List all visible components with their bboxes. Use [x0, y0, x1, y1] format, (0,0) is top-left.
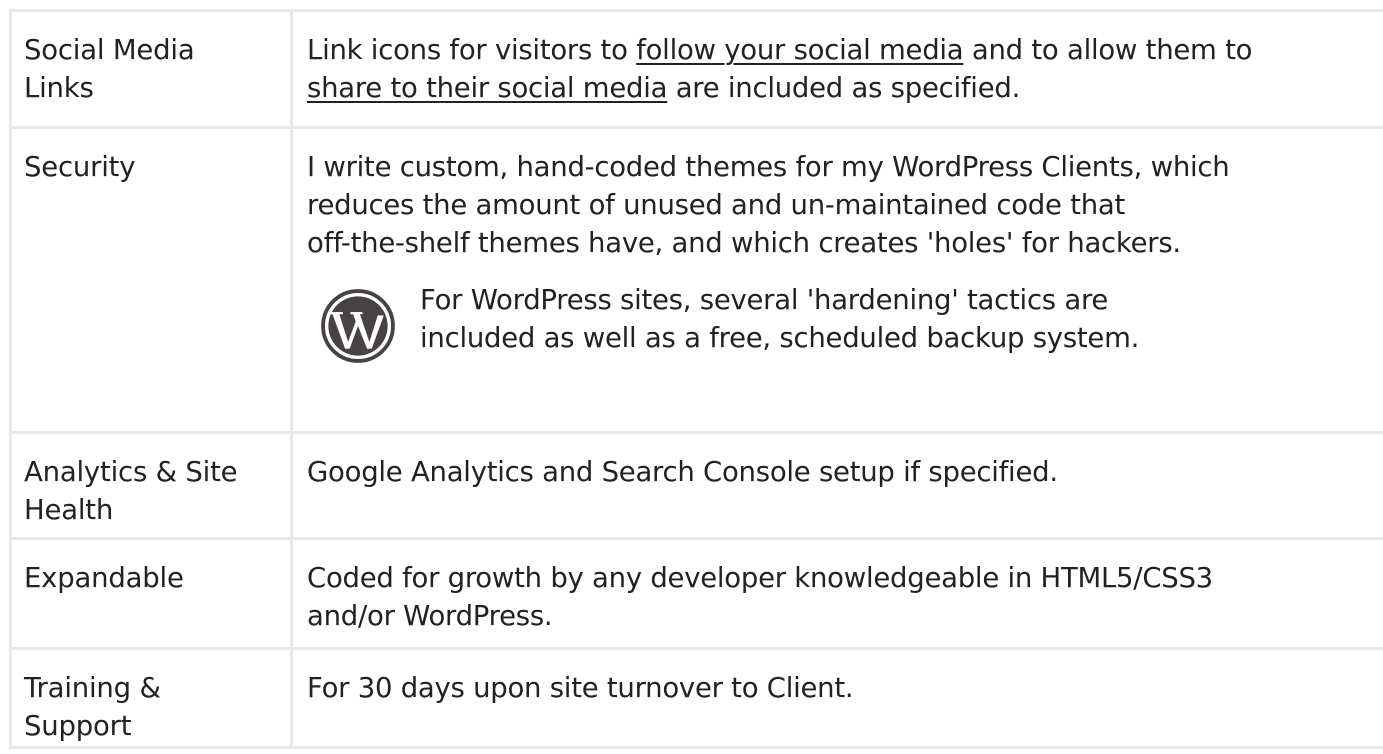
feature-description-cell: Google Analytics and Search Console setu…: [290, 431, 1383, 540]
description-line: reduces the amount of unused and un-main…: [307, 189, 1126, 221]
feature-label-cell: Training & Support: [9, 647, 293, 749]
wordpress-note: For WordPress sites, several 'hardening'…: [307, 281, 1383, 363]
feature-label: Health: [24, 494, 114, 526]
description-line: Link icons for visitors to follow your s…: [307, 31, 1383, 69]
description-line: share to their social media are included…: [307, 69, 1383, 107]
description-line: I write custom, hand-coded themes for my…: [307, 151, 1230, 183]
description-line: off-the-shelf themes have, and which cre…: [307, 227, 1181, 259]
wordpress-note-line: included as well as a free, scheduled ba…: [420, 322, 1140, 354]
feature-label: Security: [24, 151, 136, 183]
follow-social-media-link[interactable]: follow your social media: [636, 34, 963, 66]
description-text: Link icons for visitors to: [307, 34, 637, 66]
feature-label-cell: Social Media Links: [9, 9, 293, 129]
feature-description-cell: For 30 days upon site turnover to Client…: [290, 647, 1383, 749]
table-row: Security I write custom, hand-coded them…: [9, 126, 1383, 434]
feature-label: Training &: [24, 672, 161, 704]
description-text: and to allow them to: [963, 34, 1253, 66]
feature-label: Analytics & Site: [24, 456, 238, 488]
table-row: Social Media Links Link icons for visito…: [9, 9, 1383, 129]
table-row: Expandable Coded for growth by any devel…: [9, 537, 1383, 650]
feature-label-cell: Expandable: [9, 537, 293, 650]
feature-label: Social Media: [24, 34, 195, 66]
description-line: For 30 days upon site turnover to Client…: [307, 672, 854, 704]
description-text: are included as specified.: [667, 72, 1021, 104]
table-row: Analytics & Site Health Google Analytics…: [9, 431, 1383, 540]
feature-label: Expandable: [24, 562, 184, 594]
feature-label-cell: Analytics & Site Health: [9, 431, 293, 540]
wordpress-logo-icon: [320, 288, 396, 364]
table-row: Training & Support For 30 days upon site…: [9, 647, 1383, 749]
description-line: Coded for growth by any developer knowle…: [307, 562, 1213, 594]
feature-label-cell: Security: [9, 126, 293, 434]
feature-label: Support: [24, 710, 132, 742]
features-table: Social Media Links Link icons for visito…: [9, 9, 1383, 749]
share-social-media-link[interactable]: share to their social media: [307, 72, 667, 104]
feature-description-cell: I write custom, hand-coded themes for my…: [290, 126, 1383, 434]
feature-description-cell: Coded for growth by any developer knowle…: [290, 537, 1383, 650]
description-line: and/or WordPress.: [307, 600, 553, 632]
wordpress-note-line: For WordPress sites, several 'hardening'…: [420, 284, 1109, 316]
description-line: Google Analytics and Search Console setu…: [307, 456, 1058, 488]
feature-description-cell: Link icons for visitors to follow your s…: [290, 9, 1383, 129]
feature-label: Links: [24, 72, 94, 104]
